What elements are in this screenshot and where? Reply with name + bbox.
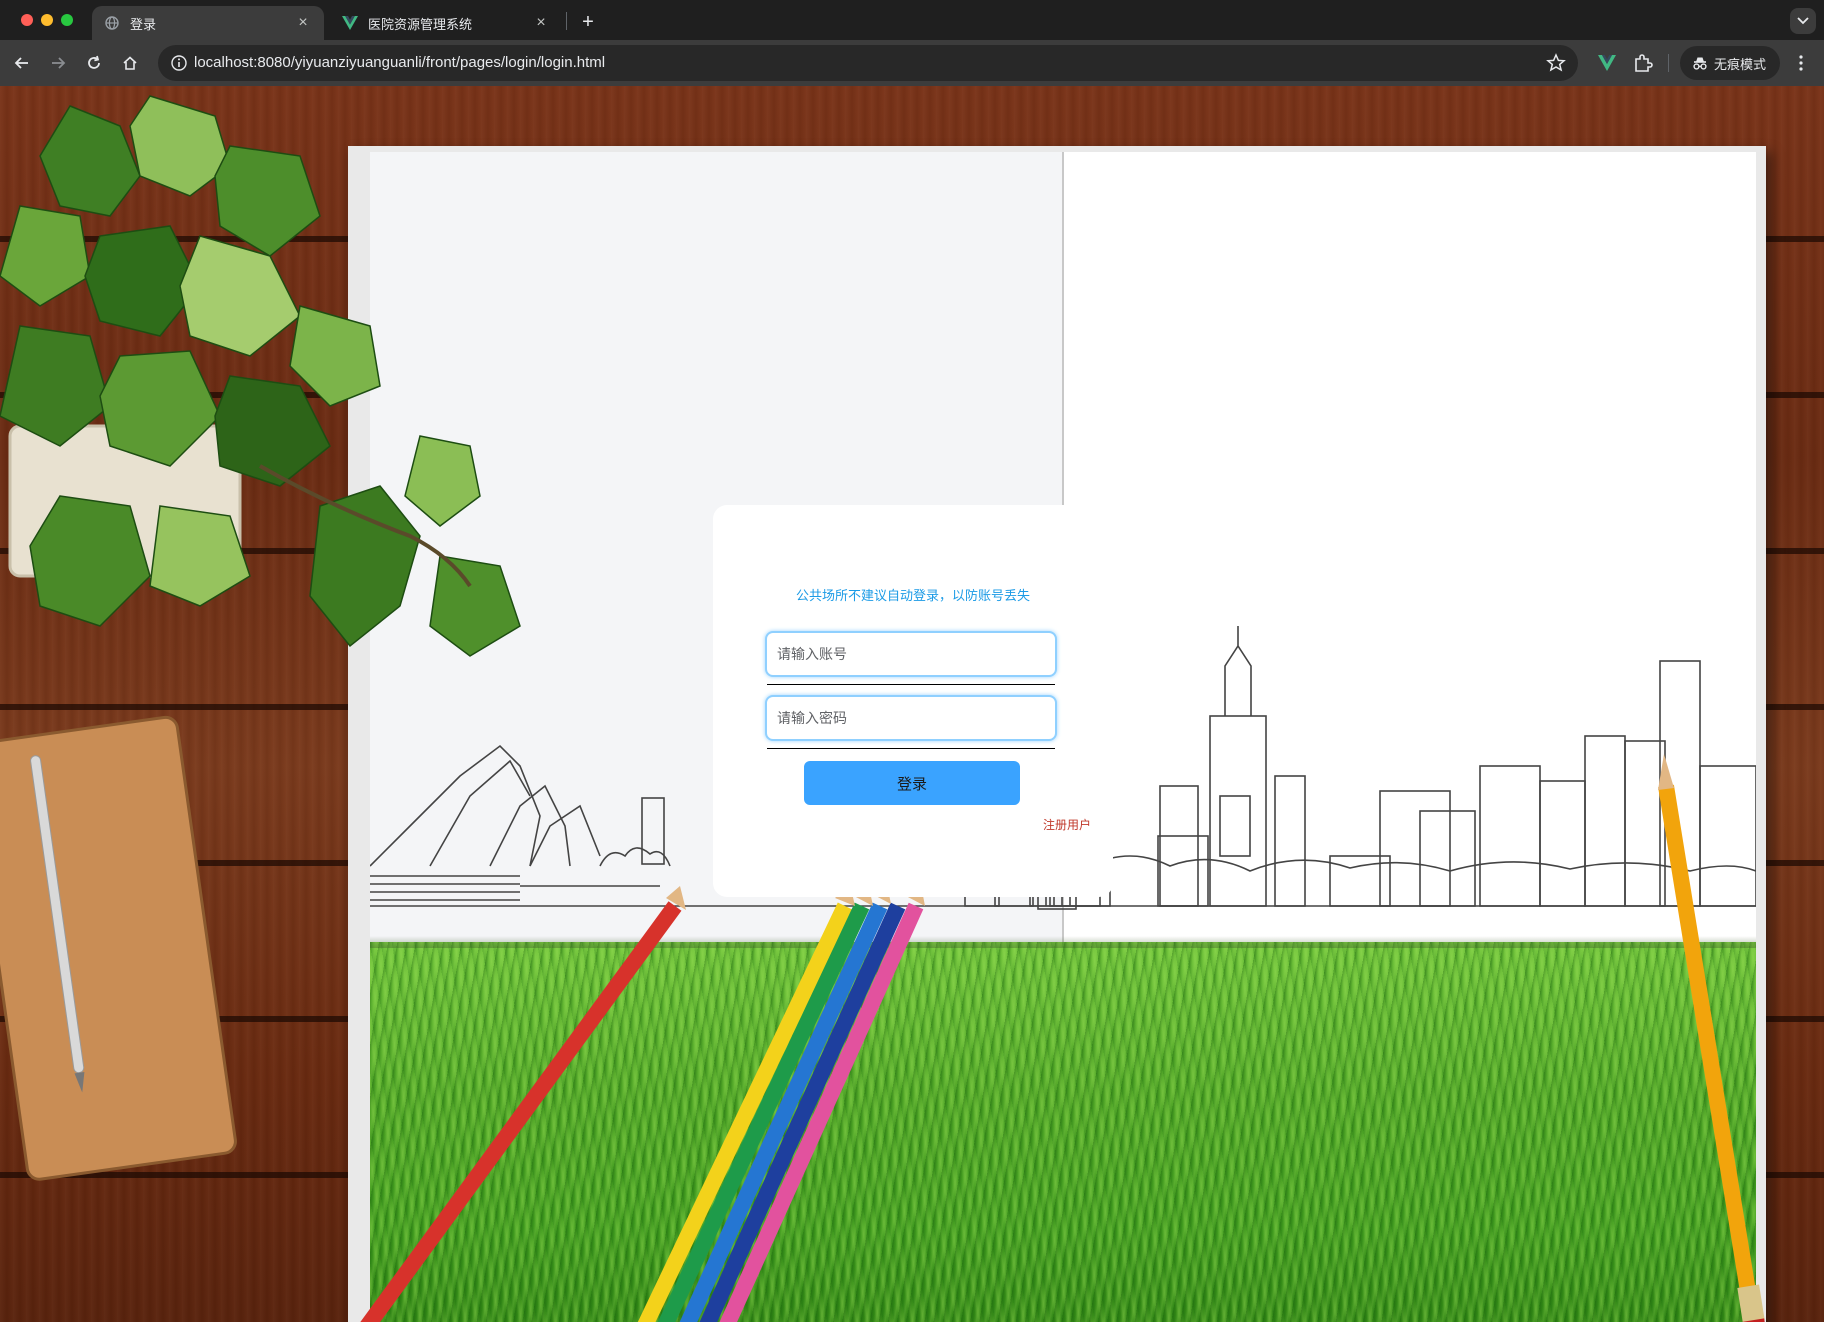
tab-title: 医院资源管理系统: [368, 16, 473, 32]
tab-search-button[interactable]: [1790, 8, 1816, 34]
address-bar[interactable]: localhost:8080/yiyuanziyuanguanli/front/…: [158, 45, 1578, 81]
home-button[interactable]: [116, 49, 144, 77]
info-icon[interactable]: [170, 54, 188, 72]
register-link[interactable]: 注册用户: [1043, 816, 1091, 833]
more-vertical-icon: [1799, 55, 1803, 71]
vue-icon: [342, 15, 358, 31]
reload-icon: [88, 55, 100, 69]
colored-pencils-decoration: [360, 880, 925, 1322]
globe-icon: [104, 15, 120, 31]
window-maximize-button[interactable]: [61, 14, 73, 26]
username-field[interactable]: [765, 631, 1057, 677]
tab-title: 登录: [130, 16, 157, 32]
chevron-down-icon: [1797, 17, 1809, 25]
browser-toolbar: localhost:8080/yiyuanziyuanguanli/front/…: [0, 40, 1824, 86]
password-field[interactable]: [765, 695, 1057, 741]
password-underline: [767, 748, 1055, 749]
url-text[interactable]: localhost:8080/yiyuanziyuanguanli/front/…: [194, 54, 605, 71]
home-icon: [123, 56, 137, 70]
login-page: 公共场所不建议自动登录，以防账号丢失 登录 注册用户: [0, 86, 1824, 1322]
toolbar-separator: [1668, 54, 1669, 72]
tab-login[interactable]: 登录 ×: [92, 6, 324, 40]
username-input[interactable]: [765, 631, 1057, 677]
login-tip-text: 公共场所不建议自动登录，以防账号丢失: [795, 588, 1030, 603]
ivy-plant-decoration: [0, 95, 521, 657]
incognito-icon: [1693, 57, 1707, 70]
arrow-right-icon: [52, 57, 66, 69]
close-tab-icon[interactable]: ×: [532, 14, 550, 32]
arrow-left-icon: [14, 57, 28, 69]
window-minimize-button[interactable]: [41, 14, 53, 26]
password-input[interactable]: [765, 695, 1057, 741]
tab-hospital-system[interactable]: 医院资源管理系统 ×: [330, 6, 562, 40]
yellow-pencil-decoration: [1658, 754, 1768, 1322]
tab-separator: [566, 12, 567, 30]
reload-button[interactable]: [80, 49, 108, 77]
close-tab-icon[interactable]: ×: [294, 14, 312, 32]
bookmark-star-icon[interactable]: [1546, 53, 1566, 73]
new-tab-button[interactable]: +: [574, 8, 602, 36]
extensions-puzzle-icon[interactable]: [1632, 52, 1654, 74]
forward-button[interactable]: [44, 49, 72, 77]
notebook-decoration: [0, 715, 237, 1181]
incognito-label: 无痕模式: [1714, 56, 1767, 72]
back-button[interactable]: [8, 49, 36, 77]
login-button[interactable]: 登录: [804, 761, 1020, 805]
browser-tab-bar: 登录 × 医院资源管理系统 × +: [0, 0, 1824, 40]
login-card: 公共场所不建议自动登录，以防账号丢失 登录 注册用户: [713, 505, 1113, 897]
window-close-button[interactable]: [21, 14, 33, 26]
vue-devtools-icon[interactable]: [1596, 52, 1618, 74]
username-underline: [767, 684, 1055, 685]
incognito-badge[interactable]: 无痕模式: [1680, 46, 1780, 80]
browser-menu-button[interactable]: [1790, 52, 1812, 74]
